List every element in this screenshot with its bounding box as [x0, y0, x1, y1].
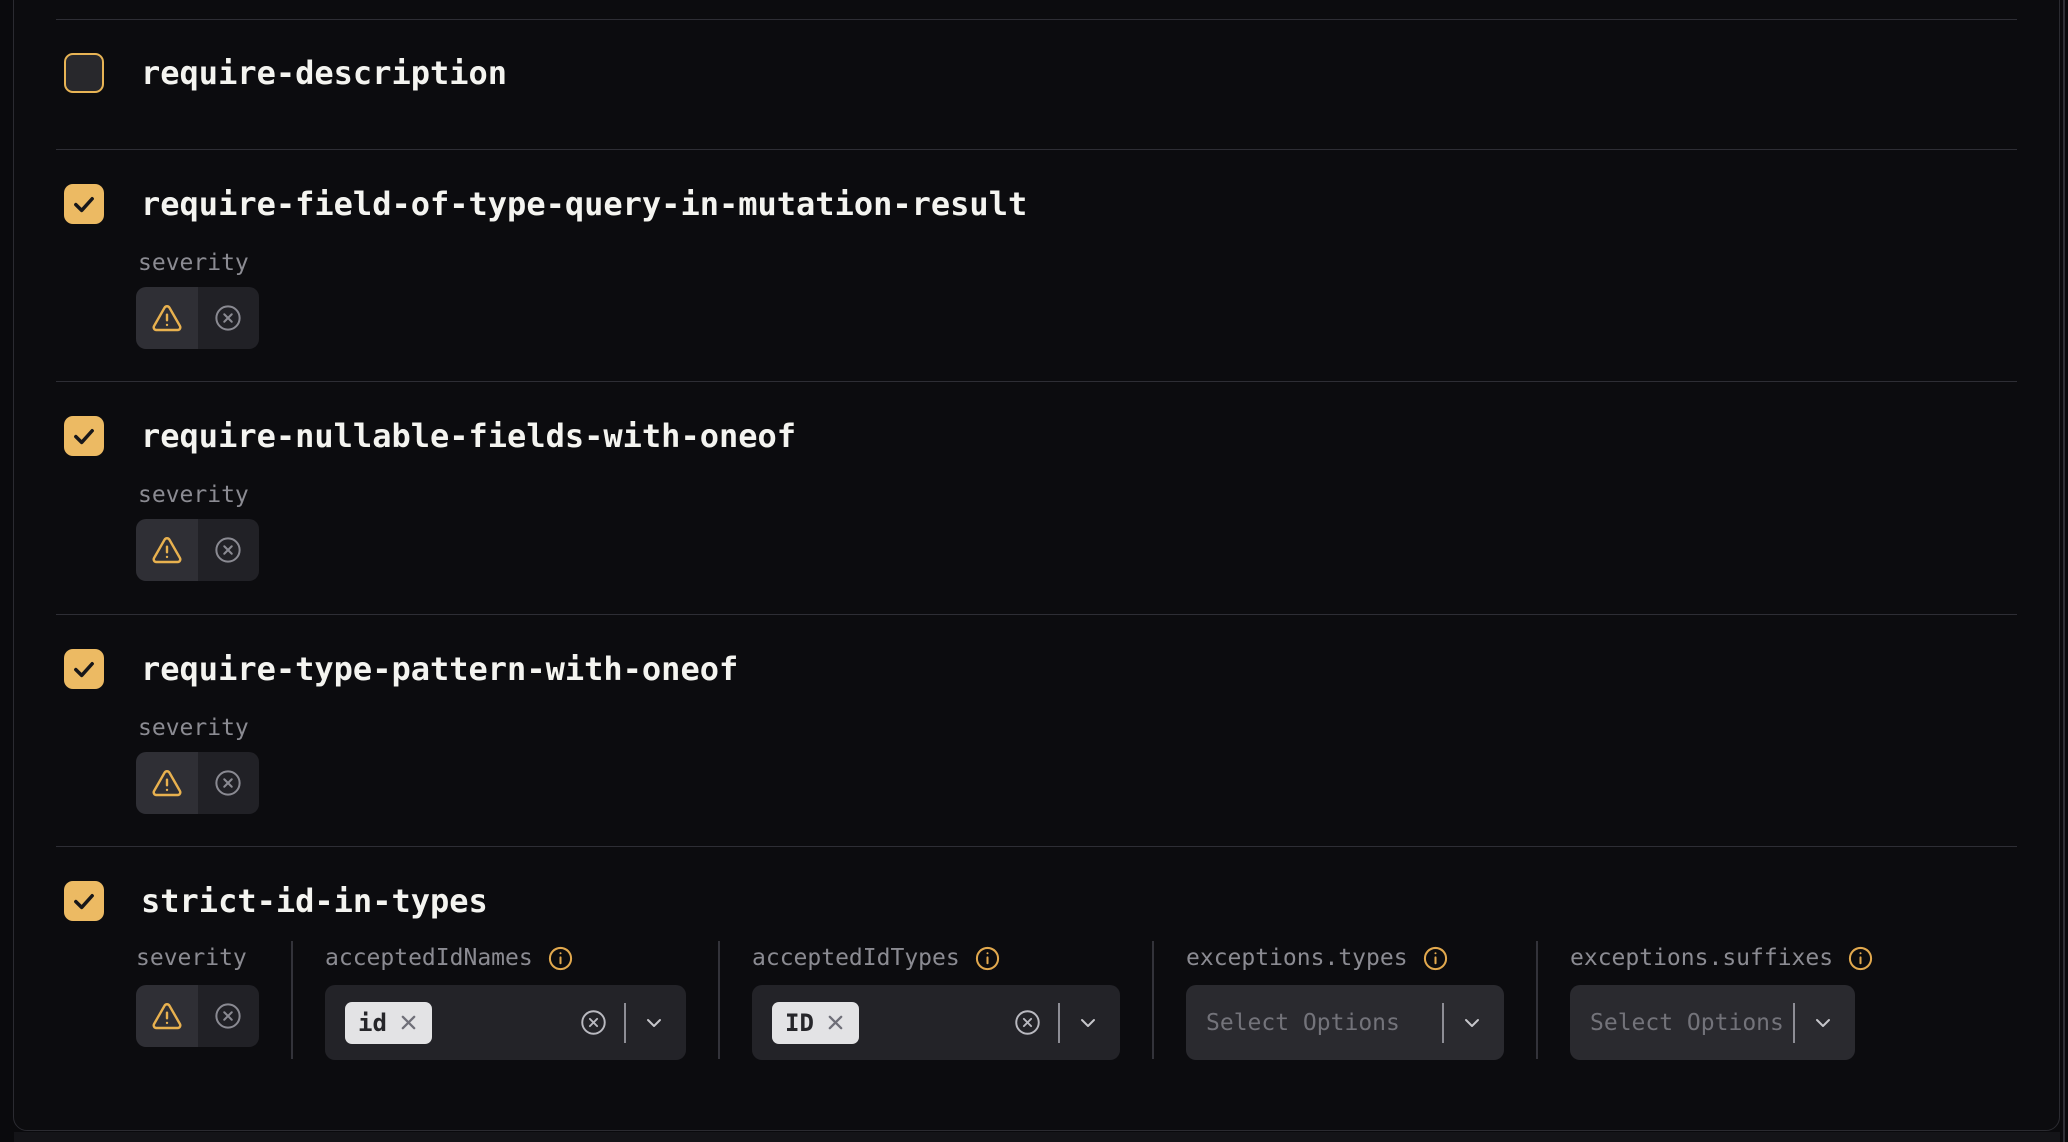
multiselect-exceptions-suffixes[interactable]: Select Options	[1570, 985, 1855, 1060]
severity-warn-button[interactable]	[136, 287, 198, 349]
selected-tag: id	[345, 1002, 432, 1044]
rule-title: require-field-of-type-query-in-mutation-…	[141, 184, 1027, 224]
multiselect-exceptions-types[interactable]: Select Options	[1186, 985, 1504, 1060]
severity-label: severity	[138, 481, 249, 509]
severity-warn-button[interactable]	[136, 752, 198, 814]
row-divider	[56, 19, 2017, 20]
severity-off-button[interactable]	[198, 985, 260, 1047]
info-icon[interactable]	[974, 945, 1001, 972]
option-label: exceptions.types	[1186, 944, 1504, 972]
rule-row-header: require-type-pattern-with-oneof	[64, 649, 738, 689]
option-label: acceptedIdTypes	[752, 944, 1120, 972]
option-column-exceptions-suffixes: exceptions.suffixes Select Options	[1570, 944, 1874, 1060]
clear-icon[interactable]	[1013, 1008, 1042, 1037]
severity-label: severity	[138, 249, 249, 277]
severity-warn-button[interactable]	[136, 985, 198, 1047]
rule-checkbox-require-description[interactable]	[64, 53, 104, 93]
panel-bottom-edge	[14, 1132, 2060, 1142]
lint-rules-panel: require-description require-field-of-typ…	[13, 0, 2060, 1131]
rule-options-row: severity acceptedIdNames id	[136, 944, 1874, 1060]
rule-title: require-type-pattern-with-oneof	[141, 649, 738, 689]
option-column-acceptedIdTypes: acceptedIdTypes ID	[752, 944, 1120, 1060]
chevron-down-icon[interactable]	[1076, 1011, 1100, 1035]
row-divider	[56, 381, 2017, 382]
select-separator	[1442, 1003, 1444, 1043]
row-divider	[56, 846, 2017, 847]
option-label: exceptions.suffixes	[1570, 944, 1874, 972]
rule-title: require-description	[141, 53, 507, 93]
severity-toggle-group	[136, 519, 259, 581]
option-label: acceptedIdNames	[325, 944, 686, 972]
selected-tag: ID	[772, 1002, 859, 1044]
severity-label: severity	[138, 714, 249, 742]
warning-icon	[151, 302, 183, 334]
select-controls	[1793, 1003, 1835, 1043]
option-column-severity: severity	[136, 944, 259, 1047]
severity-toggle-group	[136, 752, 259, 814]
warning-icon	[151, 1000, 183, 1032]
select-separator	[1058, 1003, 1060, 1043]
select-separator	[1793, 1003, 1795, 1043]
chevron-down-icon[interactable]	[642, 1011, 666, 1035]
info-icon[interactable]	[547, 945, 574, 972]
row-divider	[56, 149, 2017, 150]
chevron-down-icon[interactable]	[1811, 1011, 1835, 1035]
circle-x-icon	[213, 303, 243, 333]
warning-icon	[151, 767, 183, 799]
severity-off-button[interactable]	[198, 519, 260, 581]
rule-row-header: require-nullable-fields-with-oneof	[64, 416, 796, 456]
row-divider	[56, 614, 2017, 615]
severity-warn-button[interactable]	[136, 519, 198, 581]
check-icon	[70, 887, 98, 915]
rule-checkbox-require-type-pattern-with-oneof[interactable]	[64, 649, 104, 689]
scrollbar-track[interactable]	[2063, 0, 2065, 1142]
check-icon	[70, 422, 98, 450]
rule-checkbox-require-field-of-type-query-in-mutation-result[interactable]	[64, 184, 104, 224]
select-separator	[624, 1003, 626, 1043]
warning-icon	[151, 534, 183, 566]
severity-off-button[interactable]	[198, 287, 260, 349]
severity-toggle-group	[136, 985, 259, 1047]
rule-row-header: require-field-of-type-query-in-mutation-…	[64, 184, 1027, 224]
rule-checkbox-strict-id-in-types[interactable]	[64, 881, 104, 921]
check-icon	[70, 190, 98, 218]
rule-title: strict-id-in-types	[141, 881, 488, 921]
severity-toggle-group	[136, 287, 259, 349]
select-controls	[1442, 1003, 1484, 1043]
severity-label: severity	[136, 944, 259, 972]
column-divider	[718, 941, 720, 1059]
remove-tag-icon[interactable]	[398, 1012, 419, 1033]
rule-title: require-nullable-fields-with-oneof	[141, 416, 796, 456]
info-icon[interactable]	[1422, 945, 1449, 972]
column-divider	[1536, 941, 1538, 1059]
info-icon[interactable]	[1847, 945, 1874, 972]
column-divider	[1152, 941, 1154, 1059]
multiselect-acceptedIdTypes[interactable]: ID	[752, 985, 1120, 1060]
select-controls	[1013, 1003, 1100, 1043]
circle-x-icon	[213, 535, 243, 565]
check-icon	[70, 655, 98, 683]
option-column-exceptions-types: exceptions.types Select Options	[1186, 944, 1504, 1060]
column-divider	[291, 941, 293, 1059]
select-controls	[579, 1003, 666, 1043]
multiselect-acceptedIdNames[interactable]: id	[325, 985, 686, 1060]
clear-icon[interactable]	[579, 1008, 608, 1037]
rule-row-header: strict-id-in-types	[64, 881, 488, 921]
chevron-down-icon[interactable]	[1460, 1011, 1484, 1035]
option-column-acceptedIdNames: acceptedIdNames id	[325, 944, 686, 1060]
circle-x-icon	[213, 768, 243, 798]
circle-x-icon	[213, 1001, 243, 1031]
rule-checkbox-require-nullable-fields-with-oneof[interactable]	[64, 416, 104, 456]
remove-tag-icon[interactable]	[825, 1012, 846, 1033]
rule-row-header: require-description	[64, 53, 507, 93]
severity-off-button[interactable]	[198, 752, 260, 814]
